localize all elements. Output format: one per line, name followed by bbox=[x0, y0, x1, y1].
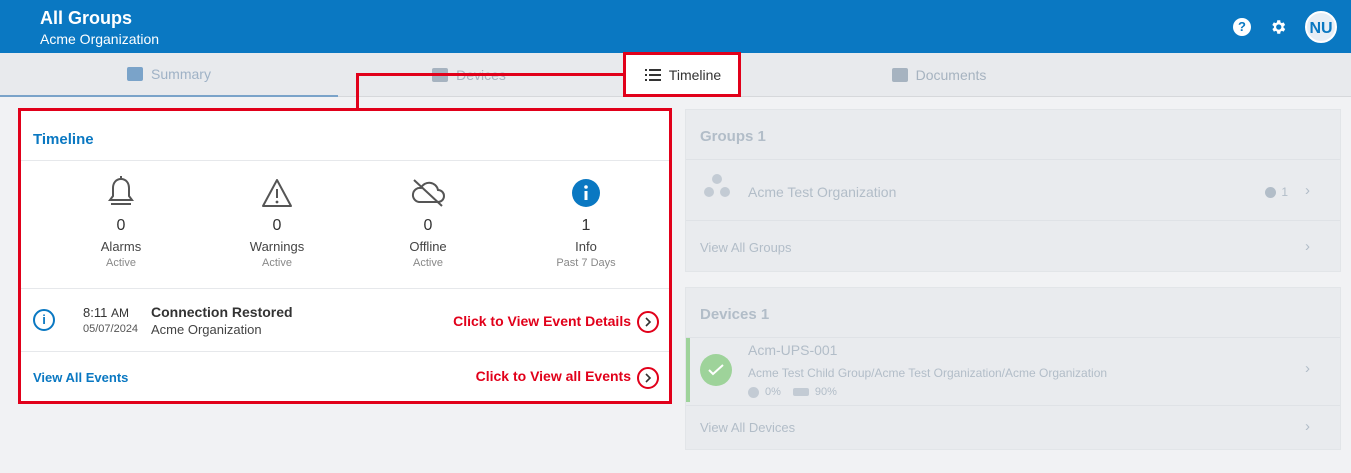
device-path: Acme Test Child Group/Acme Test Organiza… bbox=[748, 366, 1108, 380]
callout-connector bbox=[356, 73, 359, 111]
stat-label: Alarms bbox=[100, 239, 142, 254]
stat-label: Info bbox=[575, 239, 597, 254]
stat-offline[interactable]: 0 Offline Active bbox=[348, 175, 508, 269]
view-all-devices-link[interactable]: View All Devices bbox=[700, 420, 795, 435]
stat-count: 1 bbox=[581, 217, 591, 234]
group-icon bbox=[702, 174, 732, 198]
stat-warnings[interactable]: 0 Warnings Active bbox=[197, 175, 357, 269]
callout-connector bbox=[358, 73, 624, 76]
warning-icon bbox=[197, 175, 357, 211]
timeline-card-title: Timeline bbox=[33, 131, 94, 148]
event-time: 8:11 AM bbox=[83, 305, 129, 320]
tab-documents[interactable]: Documents bbox=[770, 53, 1108, 97]
callout-event-details: Click to View Event Details bbox=[453, 313, 631, 329]
groups-card: Groups 1 Acme Test Organization 1 › View… bbox=[685, 109, 1341, 272]
timeline-card: Timeline 0 Alarms Active 0 Warnings Acti… bbox=[18, 108, 672, 404]
check-icon bbox=[700, 354, 732, 386]
stat-count: 0 bbox=[423, 217, 433, 234]
divider bbox=[686, 220, 1340, 221]
event-title: Connection Restored bbox=[151, 304, 293, 320]
device-metrics: 0% 90% bbox=[748, 386, 837, 398]
load-icon bbox=[748, 386, 759, 398]
devices-card-title: Devices 1 bbox=[700, 306, 770, 323]
chevron-right-icon: › bbox=[1305, 418, 1310, 435]
page-title: All Groups bbox=[40, 8, 133, 28]
device-battery: 90% bbox=[814, 386, 837, 398]
chevron-right-icon: › bbox=[1305, 182, 1310, 199]
groups-card-title: Groups 1 bbox=[700, 128, 766, 145]
app-header: All Groups Acme Organization ? NU bbox=[0, 0, 1351, 53]
device-load: 0% bbox=[765, 386, 781, 398]
stat-sub: Past 7 Days bbox=[556, 257, 616, 269]
tab-label: Summary bbox=[151, 66, 211, 82]
stat-count: 0 bbox=[116, 217, 126, 234]
device-row[interactable]: Acm-UPS-001 Acme Test Child Group/Acme T… bbox=[686, 338, 1340, 402]
avatar[interactable]: NU bbox=[1305, 11, 1337, 43]
event-time-value: 8:11 bbox=[83, 305, 108, 320]
divider bbox=[21, 160, 669, 161]
view-all-groups-link[interactable]: View All Groups bbox=[700, 240, 792, 255]
bell-icon bbox=[41, 175, 201, 211]
battery-icon bbox=[792, 388, 809, 396]
help-icon[interactable]: ? bbox=[1233, 18, 1251, 36]
group-info-badge: 1 bbox=[1265, 185, 1288, 199]
event-time-ampm: AM bbox=[110, 306, 129, 320]
cloud-off-icon bbox=[348, 175, 508, 211]
stat-sub: Active bbox=[262, 257, 292, 269]
divider bbox=[686, 405, 1340, 406]
view-all-events-chevron-icon[interactable] bbox=[637, 367, 659, 389]
group-info-count: 1 bbox=[1281, 185, 1288, 199]
devices-card: Devices 1 Acm-UPS-001 Acme Test Child Gr… bbox=[685, 287, 1341, 450]
timeline-tab-highlight bbox=[623, 52, 741, 97]
stat-label: Warnings bbox=[249, 239, 305, 254]
stat-info[interactable]: 1 Info Past 7 Days bbox=[506, 175, 666, 269]
group-row[interactable]: Acme Test Organization 1 › bbox=[686, 160, 1340, 220]
device-name: Acm-UPS-001 bbox=[748, 342, 838, 358]
event-details-chevron-icon[interactable] bbox=[637, 311, 659, 333]
callout-view-all: Click to View all Events bbox=[475, 368, 631, 384]
document-icon bbox=[891, 68, 908, 82]
stat-label: Offline bbox=[409, 239, 447, 254]
chevron-right-icon: › bbox=[1305, 360, 1310, 377]
page-subtitle: Acme Organization bbox=[40, 31, 160, 47]
stat-sub: Active bbox=[413, 257, 443, 269]
info-icon bbox=[1265, 186, 1277, 198]
view-all-events-link[interactable]: View All Events bbox=[33, 370, 128, 385]
event-org: Acme Organization bbox=[151, 322, 262, 337]
event-row[interactable]: i 8:11 AM 05/07/2024 Connection Restored… bbox=[21, 291, 669, 353]
chevron-right-icon: › bbox=[1305, 238, 1310, 255]
chart-icon bbox=[127, 67, 144, 81]
info-outline-icon: i bbox=[33, 309, 55, 331]
divider bbox=[21, 288, 669, 289]
stat-count: 0 bbox=[272, 217, 282, 234]
event-date: 05/07/2024 bbox=[83, 323, 139, 335]
info-icon bbox=[506, 175, 666, 211]
stat-alarms[interactable]: 0 Alarms Active bbox=[41, 175, 201, 269]
header-actions: ? NU bbox=[1233, 11, 1337, 43]
group-name: Acme Test Organization bbox=[748, 184, 897, 200]
gear-icon[interactable] bbox=[1267, 16, 1289, 38]
stat-sub: Active bbox=[106, 257, 136, 269]
divider bbox=[21, 351, 669, 352]
tab-summary[interactable]: Summary bbox=[0, 53, 338, 97]
tab-label: Documents bbox=[915, 67, 987, 83]
